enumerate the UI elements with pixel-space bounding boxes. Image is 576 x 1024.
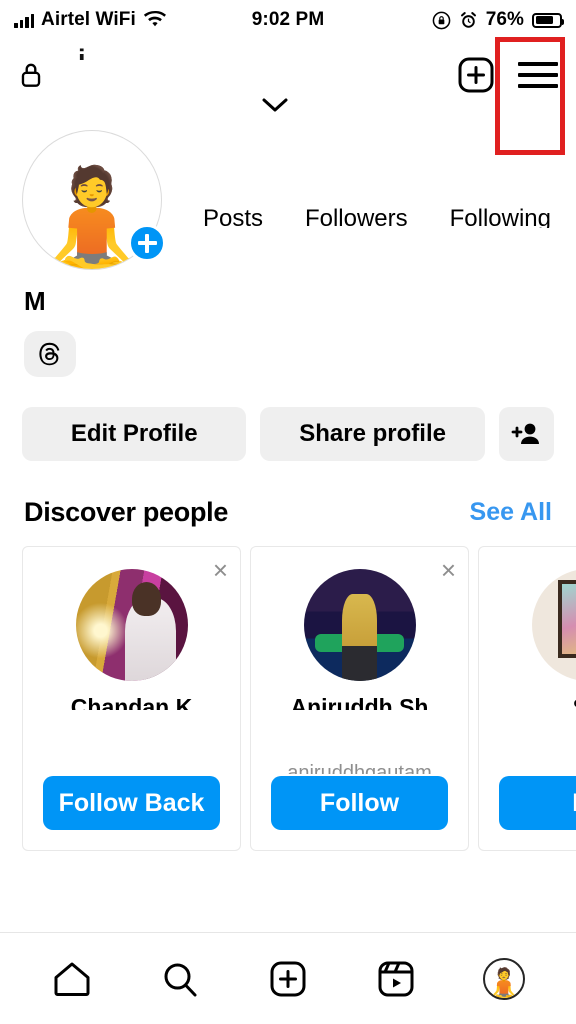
stat-following-label: Following: [449, 206, 551, 228]
follow-button[interactable]: Fo: [499, 776, 576, 830]
discover-card[interactable]: × Chandan K Follow Back: [22, 546, 241, 851]
hamburger-menu-icon[interactable]: [518, 62, 558, 88]
add-person-button[interactable]: [498, 407, 554, 461]
header-right: [456, 55, 558, 95]
profile-stats: Posts Followers Following: [162, 206, 576, 228]
profile-summary: 🧘 Posts Followers Following: [0, 110, 576, 270]
status-bar-center: 9:02 PM: [252, 9, 325, 31]
discover-card-name: Aniruddh Sh: [290, 695, 429, 710]
tab-reels[interactable]: [359, 949, 433, 1009]
display-name: M: [24, 286, 46, 316]
discover-card-avatar: [531, 569, 576, 681]
close-icon[interactable]: ×: [213, 557, 228, 583]
tab-create[interactable]: [251, 949, 325, 1009]
discover-card[interactable]: × Sh Fo: [478, 546, 576, 851]
stat-followers[interactable]: Followers: [305, 206, 408, 228]
status-bar-left: Airtel WiFi: [14, 9, 252, 31]
wifi-icon: [143, 11, 167, 29]
discover-card-avatar: [303, 569, 416, 681]
bottom-tab-bar: 🧘: [0, 932, 576, 1024]
clock-label: 9:02 PM: [251, 9, 325, 30]
discover-people-title: Discover people: [24, 497, 229, 527]
plus-box-icon[interactable]: [456, 55, 496, 95]
profile-name-row: M: [0, 270, 576, 317]
header-left: [18, 60, 44, 90]
discover-card-name: Chandan K: [70, 695, 193, 710]
home-icon: [51, 958, 93, 1000]
discover-card-name: Sh: [488, 695, 576, 710]
plus-box-icon: [267, 958, 309, 1000]
username-dropdown[interactable]: i: [78, 46, 85, 82]
battery-icon: [532, 12, 565, 28]
threads-badge[interactable]: [24, 331, 76, 377]
close-icon[interactable]: ×: [441, 557, 456, 583]
share-profile-button[interactable]: Share profile: [260, 407, 485, 461]
signal-bars-icon: [14, 13, 34, 28]
discover-card[interactable]: × Aniruddh Sh aniruddhgautam Follow: [250, 546, 469, 851]
edit-profile-button[interactable]: Edit Profile: [22, 407, 247, 461]
status-bar-right: 76%: [324, 9, 565, 31]
profile-avatar[interactable]: 🧘: [22, 130, 166, 270]
alarm-icon: [459, 11, 478, 30]
lock-icon: [18, 60, 44, 90]
battery-percent-label: 76%: [485, 9, 525, 30]
header-username: i: [78, 46, 85, 60]
tab-home[interactable]: [35, 949, 109, 1009]
profile-actions: Edit Profile Share profile: [0, 377, 576, 461]
add-person-icon: [511, 421, 541, 447]
tab-search[interactable]: [143, 949, 217, 1009]
stat-followers-label: Followers: [304, 206, 408, 228]
chevron-down-icon[interactable]: [260, 96, 290, 114]
discover-card-username: aniruddhgautam: [287, 762, 432, 774]
follow-button[interactable]: Follow: [271, 776, 448, 830]
see-all-link[interactable]: See All: [470, 498, 552, 527]
discover-card-avatar: [75, 569, 188, 681]
threads-icon: [36, 340, 64, 368]
status-bar: Airtel WiFi 9:02 PM 76%: [0, 0, 576, 40]
discover-card-username: [488, 762, 576, 774]
stat-following[interactable]: Following: [450, 206, 551, 228]
rotation-lock-icon: [432, 11, 451, 30]
discover-people-carousel[interactable]: × Chandan K Follow Back × Aniruddh Sh an…: [0, 528, 576, 851]
tab-avatar-emoji: 🧘: [484, 966, 524, 1000]
profile-avatar-icon: 🧘: [483, 957, 525, 1000]
reels-icon: [375, 958, 417, 1000]
follow-button[interactable]: Follow Back: [43, 776, 220, 830]
stat-posts[interactable]: Posts: [203, 206, 263, 228]
add-story-badge[interactable]: [128, 224, 166, 262]
tab-profile[interactable]: 🧘: [467, 949, 541, 1009]
stat-posts-label: Posts: [202, 206, 263, 228]
discover-card-username: [32, 762, 232, 774]
carrier-label: Airtel WiFi: [41, 9, 136, 30]
search-icon: [159, 958, 201, 1000]
profile-header: i: [0, 40, 576, 112]
discover-people-header: Discover people See All: [0, 461, 576, 528]
